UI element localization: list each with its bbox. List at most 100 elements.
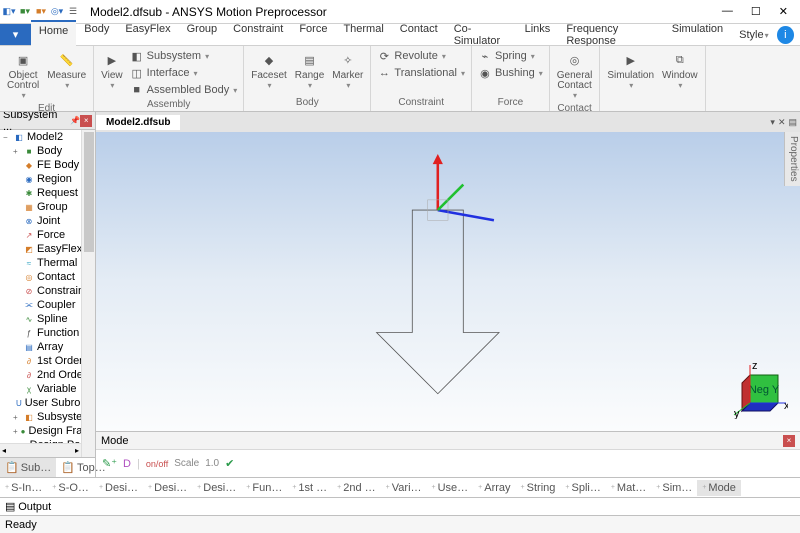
tree-scrollbar[interactable]: [81, 130, 95, 457]
bottom-tab-1[interactable]: +S-O…: [47, 480, 94, 496]
menu-tab-group[interactable]: Group: [179, 20, 226, 50]
menu-tab-constraint[interactable]: Constraint: [225, 20, 291, 50]
app-menu-button[interactable]: ▾: [0, 24, 31, 45]
expand-icon: +: [99, 484, 103, 491]
ribbon-btn-bushing[interactable]: ◉Bushing▾: [476, 65, 545, 81]
tree-tab-subsystem[interactable]: 📋 Sub…: [0, 458, 56, 477]
bottom-tab-0[interactable]: +S-In…: [0, 480, 47, 496]
ribbon-btn-general-contact[interactable]: ◎GeneralContact▾: [554, 48, 596, 102]
mode-create-icon[interactable]: ✎⁺: [102, 457, 117, 470]
ribbon-btn-measure[interactable]: 📏Measure▾: [44, 48, 89, 92]
ribbon-btn-revolute[interactable]: ⟳Revolute▾: [375, 48, 467, 64]
bottom-tab-7[interactable]: +2nd …: [332, 480, 381, 496]
doc-menu-icon[interactable]: ▤: [788, 117, 797, 128]
doc-close-icon[interactable]: ✕: [778, 117, 786, 128]
bottom-tab-10[interactable]: +Array: [473, 480, 515, 496]
menu-tab-force[interactable]: Force: [291, 20, 335, 50]
menu-tab-body[interactable]: Body: [76, 20, 117, 50]
maximize-button[interactable]: ☐: [751, 5, 761, 18]
ribbon-btn-spring[interactable]: ⌁Spring▾: [476, 48, 545, 64]
ribbon-btn-view[interactable]: ▶View▾: [98, 48, 126, 92]
tree-close-button[interactable]: ×: [80, 115, 92, 127]
window-title: Model2.dfsub - ANSYS Motion Preprocessor: [90, 5, 327, 19]
minimize-button[interactable]: —: [722, 5, 733, 18]
output-bar[interactable]: ▤ Output: [0, 497, 800, 515]
menu-bar: ▾ HomeBodyEasyFlexGroupConstraintForceTh…: [0, 24, 800, 46]
mode-toggle-icon[interactable]: on/off: [146, 459, 168, 469]
ribbon-group-contact: ◎GeneralContact▾Contact: [550, 46, 601, 111]
menu-tab-easyflex[interactable]: EasyFlex: [117, 20, 178, 50]
ribbon-btn-simulation[interactable]: ▶Simulation▾: [604, 48, 657, 92]
tree-item-label: Spline: [37, 313, 68, 325]
output-icon: ▤: [5, 500, 15, 513]
expand-icon[interactable]: +: [13, 413, 21, 422]
viewport-3d[interactable]: Neg Y z x y: [96, 132, 800, 431]
spring-icon: ⌁: [478, 49, 492, 63]
expand-icon[interactable]: +: [13, 427, 18, 436]
bottom-tab-5[interactable]: +Fun…: [241, 480, 287, 496]
bottom-tab-2[interactable]: +Desi…: [94, 480, 143, 496]
mode-close-button[interactable]: ×: [783, 435, 795, 447]
ribbon-btn-subsystem[interactable]: ◧Subsystem▾: [128, 48, 240, 64]
qa-icon-3[interactable]: ■▾: [34, 5, 48, 19]
1st-order-icon: ∂: [24, 356, 34, 366]
bottom-tab-13[interactable]: +Mat…: [606, 480, 651, 496]
tree-item-label: Request: [37, 187, 78, 199]
easyflex-icon: ◩: [24, 244, 34, 254]
ribbon-btn-interface[interactable]: ◫Interface▾: [128, 65, 240, 81]
svg-text:y: y: [734, 408, 740, 419]
expand-icon[interactable]: −: [3, 133, 11, 142]
bottom-tab-11[interactable]: +String: [516, 480, 561, 496]
ribbon-group-body: ◆Faceset▾▤Range▾✧Marker▾Body: [244, 46, 371, 111]
tree-item-label: Body: [37, 145, 62, 157]
bottom-tab-15[interactable]: +Mode: [697, 480, 741, 496]
menu-tab-simulation[interactable]: Simulation: [664, 20, 731, 50]
qa-icon-5[interactable]: ☰: [66, 5, 80, 19]
menu-tab-co-simulator[interactable]: Co-Simulator: [446, 20, 517, 50]
expand-icon: +: [5, 484, 9, 491]
mode-toolbar: ✎⁺ D | on/off Scale 1.0 ✔: [96, 450, 800, 477]
design-frame-icon: ●: [21, 426, 26, 436]
menu-tab-contact[interactable]: Contact: [392, 20, 446, 50]
tree-h-scroll[interactable]: ◂▸: [0, 443, 81, 457]
properties-tab[interactable]: Properties: [784, 132, 800, 186]
ribbon-btn-range[interactable]: ▤Range▾: [292, 48, 327, 92]
mode-check-icon[interactable]: ✔: [225, 457, 234, 470]
mode-d-icon[interactable]: D: [123, 458, 131, 470]
doc-dropdown-icon[interactable]: ▾: [770, 117, 775, 128]
bottom-tab-9[interactable]: +Use…: [427, 480, 474, 496]
menu-tab-frequency-response[interactable]: Frequency Response: [558, 20, 663, 50]
tree-item-label: Joint: [37, 215, 60, 227]
bottom-tab-12[interactable]: +Spli…: [560, 480, 605, 496]
close-button[interactable]: ✕: [779, 5, 788, 18]
ribbon-btn-object-control[interactable]: ▣ObjectControl▾: [4, 48, 42, 102]
bottom-tab-14[interactable]: +Sim…: [651, 480, 697, 496]
orientation-cube[interactable]: Neg Y z x y: [732, 363, 788, 419]
ribbon-btn-window[interactable]: ⧉Window▾: [659, 48, 701, 92]
ribbon-btn-translational[interactable]: ↔Translational▾: [375, 65, 467, 81]
qa-icon-1[interactable]: ◧▾: [2, 5, 16, 19]
ribbon-btn-faceset[interactable]: ◆Faceset▾: [248, 48, 290, 92]
qa-icon-2[interactable]: ■▾: [18, 5, 32, 19]
style-menu[interactable]: Style▾: [731, 26, 776, 44]
document-tab[interactable]: Model2.dfsub: [96, 115, 180, 130]
menu-tab-home[interactable]: Home: [31, 20, 76, 50]
bottom-tab-4[interactable]: +Desi…: [192, 480, 241, 496]
qa-icon-4[interactable]: ◎▾: [50, 5, 64, 19]
expand-icon[interactable]: +: [13, 147, 21, 156]
pin-icon[interactable]: 📌: [70, 116, 80, 125]
ribbon-btn-assembled-body[interactable]: ■Assembled Body▾: [128, 82, 240, 98]
bottom-tab-6[interactable]: +1st …: [287, 480, 332, 496]
bottom-tab-3[interactable]: +Desi…: [143, 480, 192, 496]
menu-tab-links[interactable]: Links: [517, 20, 559, 50]
bottom-tab-8[interactable]: +Vari…: [381, 480, 427, 496]
menu-tab-thermal[interactable]: Thermal: [335, 20, 391, 50]
info-button[interactable]: i: [777, 26, 794, 44]
model2-icon: ◧: [14, 132, 24, 142]
revolute-icon: ⟳: [377, 49, 391, 63]
ribbon-btn-marker[interactable]: ✧Marker▾: [329, 48, 366, 92]
mode-sep: |: [137, 458, 140, 470]
array-icon: ▤: [24, 342, 34, 352]
tree-header: Subsystem ... 📌 ×: [0, 112, 95, 130]
bottom-tab-bar: +S-In…+S-O…+Desi…+Desi…+Desi…+Fun…+1st ……: [0, 477, 800, 497]
